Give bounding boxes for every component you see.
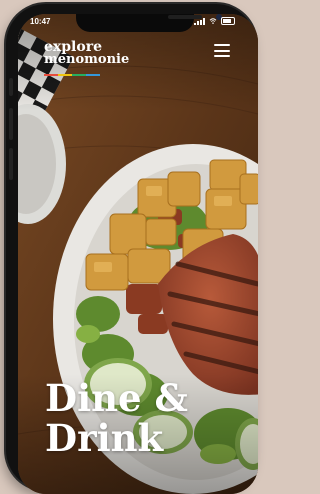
hamburger-menu-icon[interactable] xyxy=(214,44,230,57)
status-time: 10:47 xyxy=(30,17,51,26)
volume-down-button xyxy=(9,148,13,180)
hero-title-line-1: Dine & xyxy=(45,376,188,420)
phone-notch xyxy=(76,14,222,32)
battery-icon xyxy=(221,17,235,25)
hero-title: Dine & Drink xyxy=(45,378,188,458)
site-logo[interactable]: explore menomonie xyxy=(44,40,130,67)
volume-up-button xyxy=(9,108,13,140)
hero-title-line-2: Drink xyxy=(45,416,164,460)
cellular-signal-icon xyxy=(194,17,205,25)
mute-switch xyxy=(9,78,13,96)
logo-color-bar xyxy=(44,74,100,76)
logo-line-2: menomonie xyxy=(44,52,130,67)
phone-screen: 10:47 explore menomonie Dine & Drink xyxy=(18,14,258,494)
wifi-icon xyxy=(209,18,217,24)
status-icons xyxy=(194,17,235,25)
